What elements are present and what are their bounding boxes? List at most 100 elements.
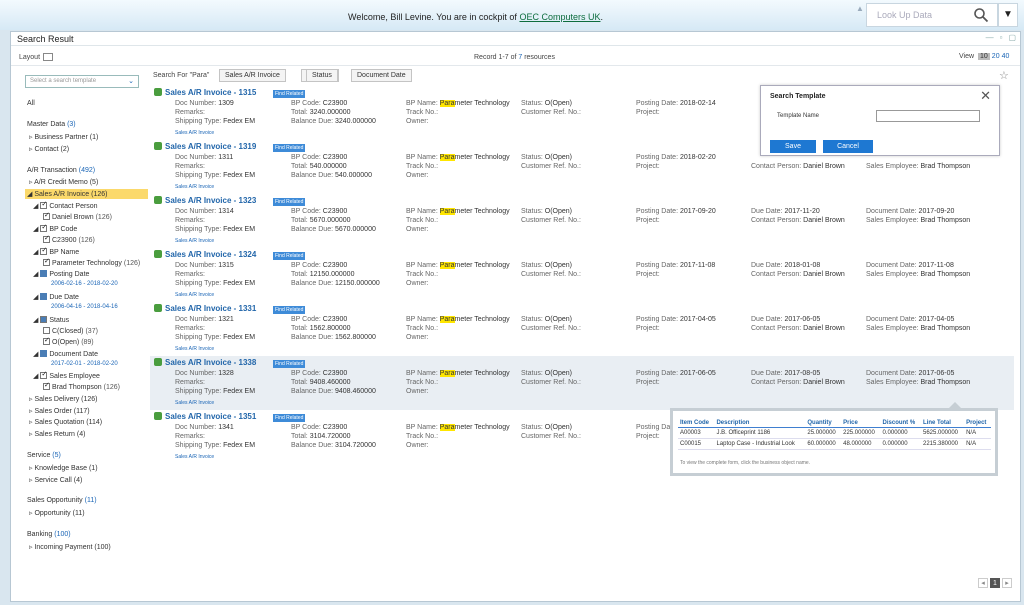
facet-bp-name[interactable]: ◢ BP Name <box>33 246 79 256</box>
search-icon[interactable] <box>973 7 989 23</box>
facet-business-partner[interactable]: ▹ Business Partner (1) <box>29 133 98 141</box>
facet-ar-credit-memo[interactable]: ▹ A/R Credit Memo (5) <box>29 178 98 186</box>
prev-page-icon[interactable]: ◂ <box>978 578 988 588</box>
track-field: Track No.: <box>406 163 439 170</box>
find-related-badge[interactable]: Find Related <box>273 306 306 314</box>
collapse-up-icon[interactable]: ▲ <box>856 4 864 13</box>
facet-open[interactable]: O(Open) (89) <box>43 336 94 346</box>
facet-status[interactable]: ◢ Status <box>33 316 69 324</box>
cancel-button[interactable]: Cancel <box>823 140 873 153</box>
object-type-link[interactable]: Sales A/R Invoice <box>175 238 214 244</box>
find-related-badge[interactable]: Find Related <box>273 360 306 368</box>
facet-incoming-payment[interactable]: ▹ Incoming Payment (100) <box>29 543 111 551</box>
facet-parameter-technology[interactable]: Parameter Technology (126) <box>43 257 140 267</box>
posting-date-range[interactable]: 2006-02-16 - 2018-02-20 <box>51 281 118 287</box>
object-type-link[interactable]: Sales A/R Invoice <box>175 130 214 136</box>
field-label: Total: <box>291 109 308 116</box>
search-template-select[interactable]: Select a search template ⌄ <box>25 75 139 88</box>
facet-closed[interactable]: C(Closed) (37) <box>43 327 98 335</box>
facet-sales-quotation[interactable]: ▹ Sales Quotation (114) <box>29 418 102 426</box>
facet-contact-person[interactable]: ◢ Contact Person <box>33 200 98 210</box>
checkbox-icon[interactable] <box>40 246 48 255</box>
facet-sales-opportunity[interactable]: Sales Opportunity (11) <box>27 497 97 504</box>
checkbox-icon[interactable] <box>40 370 48 379</box>
facet-document-date[interactable]: ◢ Document Date <box>33 350 98 358</box>
facet-daniel-brown[interactable]: Daniel Brown (126) <box>43 211 112 221</box>
record-title-link[interactable]: Sales A/R Invoice - 1323 <box>154 196 256 205</box>
facet-sales-ar-invoice[interactable]: ◢ Sales A/R Invoice (126) <box>27 190 108 198</box>
record-title-link[interactable]: Sales A/R Invoice - 1331 <box>154 304 256 313</box>
record-title-link[interactable]: Sales A/R Invoice - 1338 <box>154 358 256 367</box>
maximize-icon[interactable]: ▫ <box>1000 33 1003 42</box>
facet-posting-date[interactable]: ◢ Posting Date <box>33 270 89 278</box>
checkbox-icon[interactable] <box>43 257 50 266</box>
facet-sales-delivery[interactable]: ▹ Sales Delivery (126) <box>29 395 98 403</box>
find-related-badge[interactable]: Find Related <box>273 144 306 152</box>
star-icon[interactable]: ☆ <box>999 69 1009 82</box>
owner-field: Owner: <box>406 226 429 233</box>
save-button[interactable]: Save <box>770 140 816 153</box>
find-related-badge[interactable]: Find Related <box>273 414 306 422</box>
page-button-1[interactable]: 1 <box>990 578 1000 588</box>
close-icon[interactable]: ✕ <box>980 88 991 104</box>
facet-knowledge-base[interactable]: ▹ Knowledge Base (1) <box>29 464 98 472</box>
lookup-input[interactable] <box>877 5 975 25</box>
object-type-link[interactable]: Sales A/R Invoice <box>175 184 214 190</box>
find-related-badge[interactable]: Find Related <box>273 90 306 98</box>
document-date-field: Document Date: 2017-06-05 <box>866 370 954 377</box>
filter-chip-document-date[interactable]: Document Date <box>351 69 412 82</box>
record-title-link[interactable]: Sales A/R Invoice - 1324 <box>154 250 256 259</box>
record-title-link[interactable]: Sales A/R Invoice - 1315 <box>154 88 256 97</box>
object-type-link[interactable]: Sales A/R Invoice <box>175 346 214 352</box>
bp-code-field: BP Code: C23900 <box>291 154 347 161</box>
facet-due-date[interactable]: ◢ Due Date <box>33 293 79 301</box>
document-date-range[interactable]: 2017-02-01 - 2018-02-20 <box>51 361 118 367</box>
facet-opportunity[interactable]: ▹ Opportunity (11) <box>29 509 85 517</box>
facet-brad-thompson[interactable]: Brad Thompson (126) <box>43 381 120 391</box>
checkbox-icon[interactable] <box>43 327 50 334</box>
count: (492) <box>78 167 96 174</box>
object-type-link[interactable]: Sales A/R Invoice <box>175 454 214 460</box>
layout-icon[interactable] <box>43 53 53 61</box>
facet-all[interactable]: All <box>27 100 35 107</box>
view-option-20[interactable]: 20 <box>992 53 1000 60</box>
checkbox-icon[interactable] <box>40 316 48 323</box>
minimize-icon[interactable]: — <box>986 33 994 42</box>
checkbox-icon[interactable] <box>43 336 50 345</box>
customer-ref-field: Customer Ref. No.: <box>521 163 581 170</box>
view-option-10[interactable]: 10 <box>978 53 990 60</box>
find-related-badge[interactable]: Find Related <box>273 198 306 206</box>
facet-sales-return[interactable]: ▹ Sales Return (4) <box>29 430 85 438</box>
facet-ar-transaction[interactable]: A/R Transaction (492) <box>27 167 95 174</box>
checkbox-icon[interactable] <box>40 200 48 209</box>
object-type-link[interactable]: Sales A/R Invoice <box>175 400 214 406</box>
facet-contact[interactable]: ▹ Contact (2) <box>29 145 69 153</box>
facet-banking[interactable]: Banking (100) <box>27 531 71 538</box>
record-title-link[interactable]: Sales A/R Invoice - 1319 <box>154 142 256 151</box>
object-type-link[interactable]: Sales A/R Invoice <box>175 292 214 298</box>
due-date-range[interactable]: 2006-04-16 - 2018-04-16 <box>51 304 118 310</box>
template-name-input[interactable] <box>876 110 980 122</box>
contact-person-field: Contact Person: Daniel Brown <box>751 217 845 224</box>
record-title-link[interactable]: Sales A/R Invoice - 1351 <box>154 412 256 421</box>
checkbox-icon[interactable] <box>40 223 48 232</box>
find-related-badge[interactable]: Find Related <box>273 252 306 260</box>
checkbox-icon[interactable] <box>43 234 50 243</box>
facet-service-call[interactable]: ▹ Service Call (4) <box>29 476 82 484</box>
checkbox-icon[interactable] <box>43 381 50 390</box>
facet-sales-order[interactable]: ▹ Sales Order (117) <box>29 407 90 415</box>
shipping-field: Shipping Type: Fedex EM <box>175 226 255 233</box>
close-icon[interactable]: ▢ <box>1008 33 1016 42</box>
facet-service[interactable]: Service (5) <box>27 452 61 459</box>
facet-bp-code[interactable]: ◢ BP Code <box>33 223 77 233</box>
filter-chip-sales-ar-invoice[interactable]: Sales A/R Invoice <box>219 69 286 82</box>
facet-c23900[interactable]: C23900 (126) <box>43 234 95 244</box>
company-link[interactable]: OEC Computers UK <box>519 12 600 22</box>
facet-sales-employee[interactable]: ◢ Sales Employee <box>33 370 100 380</box>
next-page-icon[interactable]: ▸ <box>1002 578 1012 588</box>
lookup-dropdown-button[interactable]: ▼ <box>998 3 1018 27</box>
facet-master-data[interactable]: Master Data (3) <box>27 121 76 128</box>
checkbox-icon[interactable] <box>43 211 50 220</box>
view-option-40[interactable]: 40 <box>1002 53 1010 60</box>
filter-chip-status[interactable]: Status <box>306 69 338 82</box>
